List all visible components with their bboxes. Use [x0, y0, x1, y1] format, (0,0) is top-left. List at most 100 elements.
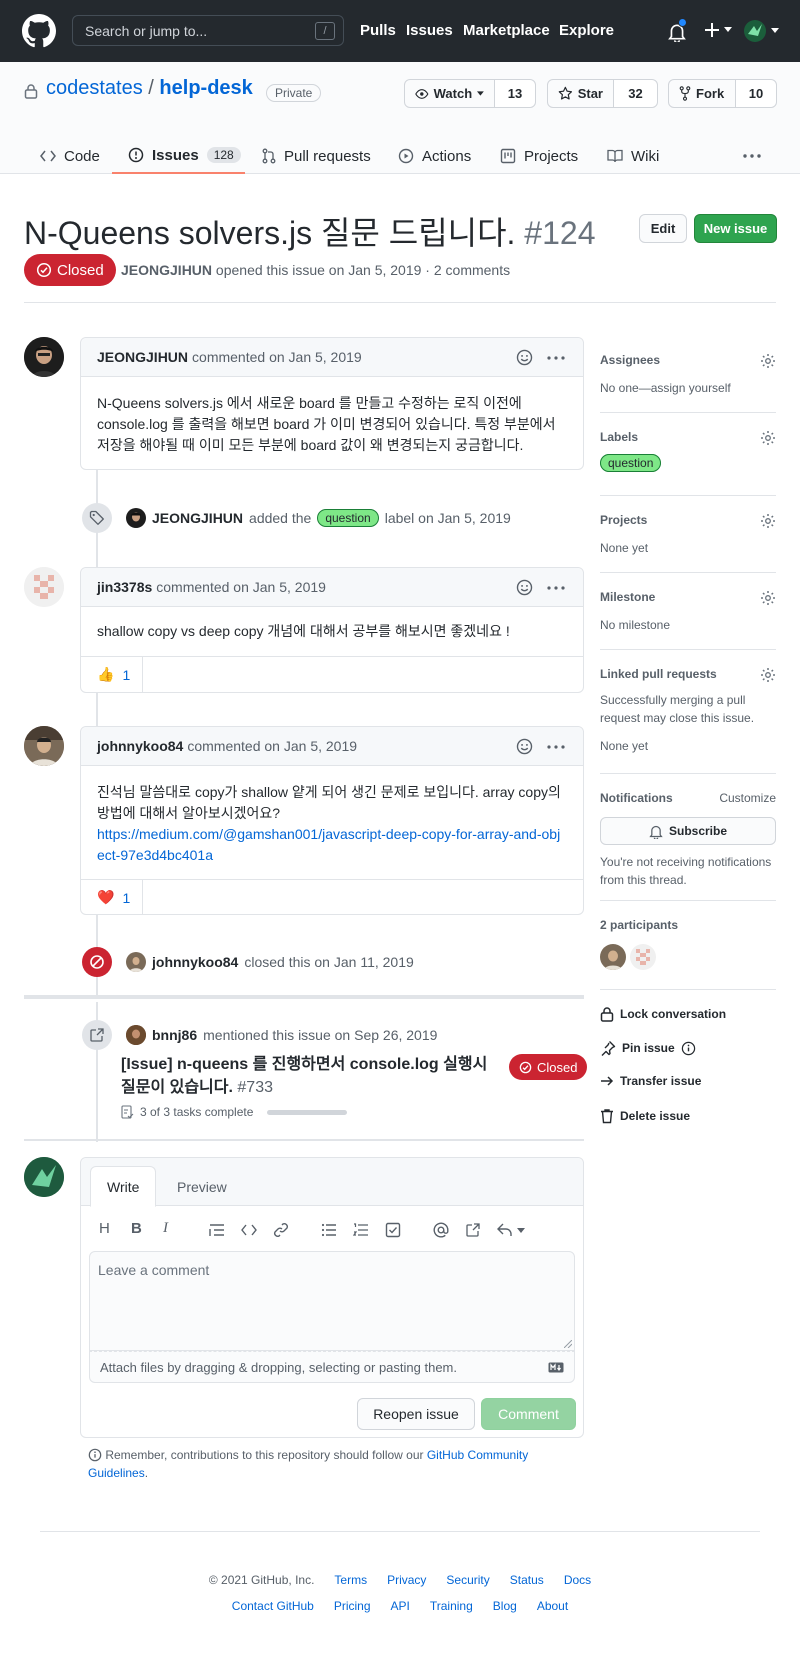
tab-issues[interactable]: Issues 128: [112, 138, 245, 174]
nav-pulls[interactable]: Pulls: [360, 22, 396, 39]
comment-options-kebab-icon[interactable]: [547, 355, 565, 360]
add-reaction-smiley-icon[interactable]: [516, 579, 533, 596]
footer-link-docs[interactable]: Docs: [564, 1573, 591, 1587]
numbered-list-icon[interactable]: [353, 1223, 369, 1237]
nav-marketplace[interactable]: Marketplace: [463, 22, 550, 39]
more-tabs-kebab-icon[interactable]: [742, 148, 762, 164]
tab-pull-requests[interactable]: Pull requests: [262, 138, 371, 174]
comment-timestamp[interactable]: commented on Jan 5, 2019: [187, 738, 357, 754]
event-actor-link[interactable]: JEONGJIHUN: [152, 510, 243, 526]
referenced-issue-title[interactable]: [Issue] n-queens 를 진행하면서 console.log 실행시…: [121, 1053, 491, 1099]
medium-article-link[interactable]: https://medium.com/@gamshan001/javascrip…: [97, 824, 567, 866]
repo-name-link[interactable]: help-desk: [159, 77, 252, 99]
gear-icon[interactable]: [760, 353, 776, 369]
new-issue-button[interactable]: New issue: [694, 214, 777, 243]
tab-write[interactable]: Write: [90, 1166, 157, 1207]
comment-author-link[interactable]: johnnykoo84: [97, 738, 183, 754]
avatar-jin3378s[interactable]: [24, 567, 64, 607]
quote-icon[interactable]: [209, 1223, 225, 1237]
create-new-dropdown[interactable]: [704, 22, 732, 38]
event-actor-link[interactable]: johnnykoo84: [152, 954, 238, 970]
cross-reference-icon[interactable]: [465, 1222, 481, 1238]
customize-notifications-link[interactable]: Customize: [719, 791, 776, 805]
tab-preview[interactable]: Preview: [161, 1166, 243, 1207]
footer-link-api[interactable]: API: [391, 1599, 410, 1613]
watch-button[interactable]: Watch: [405, 80, 495, 107]
comment-timestamp[interactable]: commented on Jan 5, 2019: [192, 349, 362, 365]
link-icon[interactable]: [273, 1222, 289, 1238]
comment-button[interactable]: Comment: [481, 1398, 576, 1430]
footer-link-training[interactable]: Training: [430, 1599, 473, 1613]
tab-wiki[interactable]: Wiki: [607, 138, 659, 174]
comment-author-link[interactable]: jin3378s: [97, 579, 152, 595]
footer-link-blog[interactable]: Blog: [493, 1599, 517, 1613]
add-reaction-smiley-icon[interactable]: [516, 349, 533, 366]
comment-textarea[interactable]: Leave a comment: [89, 1251, 575, 1351]
assignees-value[interactable]: No one—assign yourself: [600, 379, 776, 397]
markdown-icon[interactable]: [548, 1362, 564, 1373]
tab-code[interactable]: Code: [40, 138, 100, 174]
comment-options-kebab-icon[interactable]: [547, 744, 565, 749]
resize-handle-icon[interactable]: [564, 1340, 572, 1348]
user-menu[interactable]: [744, 20, 779, 42]
tab-projects[interactable]: Projects: [500, 138, 578, 174]
issue-author-link[interactable]: JEONGJIHUN: [121, 262, 212, 278]
gear-icon[interactable]: [760, 590, 776, 606]
footer-link-about[interactable]: About: [537, 1599, 568, 1613]
watch-count[interactable]: 13: [495, 80, 535, 107]
task-list-icon[interactable]: [385, 1222, 401, 1238]
italic-icon[interactable]: I: [163, 1220, 168, 1237]
avatar-jeongjihun[interactable]: [24, 337, 64, 377]
comment-timestamp[interactable]: commented on Jan 5, 2019: [156, 579, 326, 595]
info-icon[interactable]: [681, 1041, 696, 1056]
linked-prs-title[interactable]: Linked pull requests: [600, 667, 776, 681]
milestone-title[interactable]: Milestone: [600, 590, 776, 604]
file-attachment-area[interactable]: Attach files by dragging & dropping, sel…: [89, 1351, 575, 1383]
avatar-johnnykoo84[interactable]: [24, 726, 64, 766]
sidebar-question-label[interactable]: question: [600, 454, 662, 472]
gear-icon[interactable]: [760, 513, 776, 529]
edit-title-button[interactable]: Edit: [639, 214, 687, 243]
github-logo-icon[interactable]: [22, 14, 56, 48]
fork-button[interactable]: Fork: [669, 80, 736, 107]
notifications-bell-icon[interactable]: [668, 18, 687, 42]
participant-avatar-jin3378s[interactable]: [630, 944, 656, 970]
code-icon[interactable]: [241, 1224, 257, 1236]
participant-avatar-johnnykoo84[interactable]: [600, 944, 626, 970]
comment-author-link[interactable]: JEONGJIHUN: [97, 349, 188, 365]
footer-link-privacy[interactable]: Privacy: [387, 1573, 426, 1587]
heart-reaction[interactable]: ❤️ 1: [97, 889, 130, 906]
search-input[interactable]: Search or jump to... /: [72, 15, 344, 46]
add-reaction-smiley-icon[interactable]: [516, 738, 533, 755]
projects-title[interactable]: Projects: [600, 513, 776, 527]
pin-issue-action[interactable]: Pin issue: [600, 1040, 696, 1056]
saved-replies-dropdown[interactable]: [497, 1223, 525, 1237]
avatar-bnnj86-small[interactable]: [126, 1025, 146, 1045]
mention-icon[interactable]: [433, 1222, 449, 1238]
fork-count[interactable]: 10: [736, 80, 776, 107]
lock-conversation-action[interactable]: Lock conversation: [600, 1006, 726, 1022]
gear-icon[interactable]: [760, 430, 776, 446]
avatar-jeongjihun-small[interactable]: [126, 508, 146, 528]
thumbs-up-reaction[interactable]: 👍 1: [97, 666, 130, 683]
labels-title[interactable]: Labels: [600, 430, 776, 444]
reopen-issue-button[interactable]: Reopen issue: [357, 1398, 475, 1430]
star-count[interactable]: 32: [614, 80, 657, 107]
bold-icon[interactable]: B: [131, 1220, 142, 1237]
footer-link-pricing[interactable]: Pricing: [334, 1599, 371, 1613]
tab-actions[interactable]: Actions: [398, 138, 471, 174]
comment-options-kebab-icon[interactable]: [547, 585, 565, 590]
delete-issue-action[interactable]: Delete issue: [600, 1108, 690, 1124]
footer-link-terms[interactable]: Terms: [334, 1573, 367, 1587]
nav-issues[interactable]: Issues: [406, 22, 453, 39]
subscribe-button[interactable]: Subscribe: [600, 817, 776, 845]
event-actor-link[interactable]: bnnj86: [152, 1027, 197, 1043]
star-button[interactable]: Star: [548, 80, 614, 107]
assignees-title[interactable]: Assignees: [600, 353, 776, 367]
bulleted-list-icon[interactable]: [321, 1223, 337, 1237]
heading-icon[interactable]: H: [99, 1220, 110, 1237]
repo-owner-link[interactable]: codestates: [46, 77, 143, 99]
footer-link-status[interactable]: Status: [510, 1573, 544, 1587]
transfer-issue-action[interactable]: Transfer issue: [600, 1074, 701, 1088]
question-label[interactable]: question: [317, 509, 379, 527]
